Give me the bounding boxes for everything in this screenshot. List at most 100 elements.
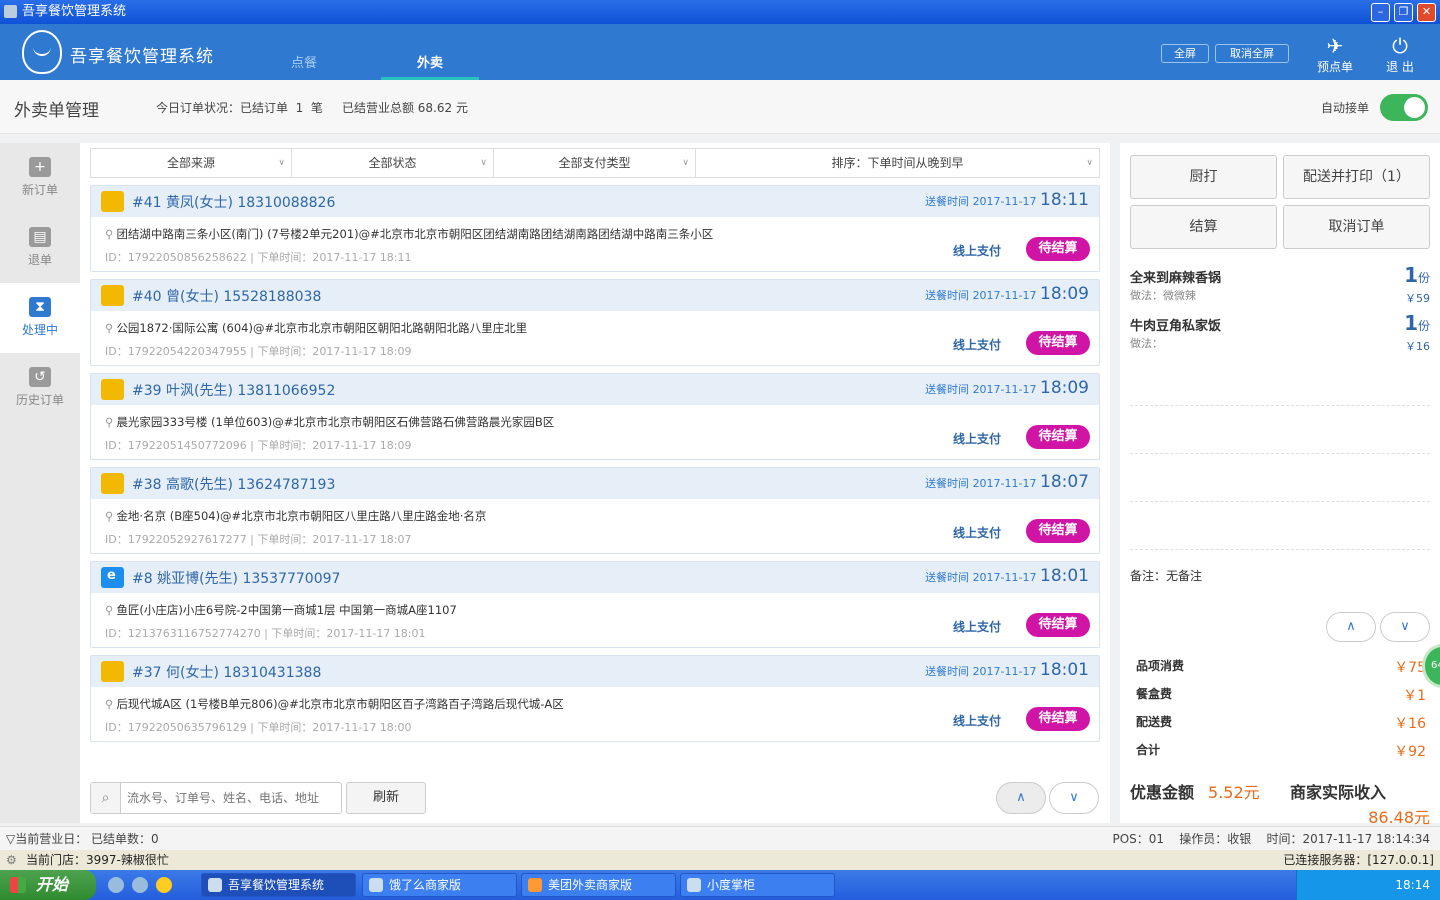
delivery-date: 2017-11-17 bbox=[972, 477, 1037, 490]
item-qty: 1份 bbox=[1404, 263, 1430, 287]
page-down-button[interactable]: ∨ bbox=[1049, 782, 1099, 814]
source-filter[interactable]: 全部来源 ∨ bbox=[91, 149, 292, 177]
explorer-icon[interactable] bbox=[132, 877, 148, 893]
deliver-print-button[interactable]: 配送并打印（1） bbox=[1283, 155, 1430, 199]
auto-accept-label: 自动接单 bbox=[1321, 101, 1370, 115]
logout-button[interactable]: ⏻ 退 出 bbox=[1375, 34, 1425, 75]
divider bbox=[1130, 453, 1430, 454]
order-address: ⚲ 鱼匠(小庄店)小庄6号院-2中国第一商城1层 中国第一商城A座1107 bbox=[105, 602, 457, 618]
order-remark: 备注：无备注 bbox=[1130, 569, 1203, 583]
task-xiaodu[interactable]: 小度掌柜 bbox=[680, 873, 835, 897]
page-up-button[interactable]: ∧ bbox=[996, 782, 1046, 814]
brand-name: 吾享餐饮管理系统 bbox=[70, 47, 214, 67]
fee-label: 品项消费 bbox=[1136, 659, 1185, 673]
restore-button[interactable]: ❐ bbox=[1394, 3, 1413, 22]
start-button[interactable]: 开始 bbox=[0, 870, 96, 900]
order-title: #39 叶沨(先生) 13811066952 bbox=[132, 383, 336, 399]
sidebar-item-history[interactable]: ↺ 历史订单 bbox=[0, 353, 80, 423]
task-label: 美团外卖商家版 bbox=[548, 878, 633, 892]
order-title: #37 何(女士) 18310431388 bbox=[132, 665, 322, 681]
delivery-clock: 18:11 bbox=[1040, 190, 1089, 210]
address-text: 鱼匠(小庄店)小庄6号院-2中国第一商城1层 中国第一商城A座1107 bbox=[116, 603, 457, 617]
minimize-button[interactable]: – bbox=[1371, 3, 1390, 22]
delivery-time: 送餐时间 2017-11-17 18:11 bbox=[925, 190, 1089, 210]
order-meta: ID：17922052927617277 | 下单时间：2017-11-17 1… bbox=[105, 533, 412, 546]
sidebar: + 新订单 ▤ 退单 ⧗ 处理中 ↺ 历史订单 bbox=[0, 143, 80, 823]
order-item: 牛肉豆角私家饭 做法： 1份 ￥16 bbox=[1130, 311, 1430, 363]
order-meta: ID：17922050635796129 | 下单时间：2017-11-17 1… bbox=[105, 721, 412, 734]
fullscreen-button[interactable]: 全屏 bbox=[1161, 44, 1209, 63]
order-header: #41 黄凤(女士) 18310088826 送餐时间 2017-11-17 18… bbox=[91, 186, 1099, 217]
chevron-down-icon: ∨ bbox=[480, 158, 487, 168]
address-text: 公园1872·国际公寓 (604)@#北京市北京市朝阳区朝阳北路朝阳北路八里庄北… bbox=[116, 321, 528, 335]
payment-filter[interactable]: 全部支付类型 ∨ bbox=[494, 149, 696, 177]
pending-settlement-button[interactable]: 待结算 bbox=[1026, 613, 1090, 637]
checkout-button[interactable]: 结算 bbox=[1130, 205, 1277, 249]
sub-header: 外卖单管理 今日订单状况：已结订单 1 笔 已结营业总额 68.62 元 自动接… bbox=[0, 80, 1440, 134]
pending-settlement-button[interactable]: 待结算 bbox=[1026, 425, 1090, 449]
plus-icon: + bbox=[29, 157, 51, 177]
close-button[interactable]: ✕ bbox=[1417, 3, 1436, 22]
meituan-icon bbox=[528, 878, 542, 892]
task-meituan[interactable]: 美团外卖商家版 bbox=[521, 873, 676, 897]
item-qty-value: 1 bbox=[1404, 311, 1418, 335]
order-card[interactable]: #38 高歌(先生) 13624787193 送餐时间 2017-11-17 18… bbox=[90, 467, 1100, 554]
sidebar-item-new-orders[interactable]: + 新订单 bbox=[0, 143, 80, 213]
task-eleme[interactable]: 饿了么商家版 bbox=[362, 873, 517, 897]
discount-label: 优惠金额 bbox=[1130, 783, 1195, 802]
kitchen-print-button[interactable]: 厨打 bbox=[1130, 155, 1277, 199]
sidebar-item-processing[interactable]: ⧗ 处理中 bbox=[0, 283, 80, 353]
order-card[interactable]: #39 叶沨(先生) 13811066952 送餐时间 2017-11-17 18… bbox=[90, 373, 1100, 460]
status-filter[interactable]: 全部状态 ∨ bbox=[292, 149, 494, 177]
xiaodu-icon bbox=[687, 878, 701, 892]
sidebar-item-refunds[interactable]: ▤ 退单 bbox=[0, 213, 80, 283]
gear-icon: ⚙ bbox=[6, 853, 17, 867]
payment-type: 线上支付 bbox=[953, 338, 1002, 352]
paper-plane-icon: ✈ bbox=[1326, 34, 1344, 58]
order-address: ⚲ 金地·名京 (B座504)@#北京市北京市朝阳区八里庄路八里庄路金地·名京 bbox=[105, 508, 486, 524]
pending-settlement-button[interactable]: 待结算 bbox=[1026, 519, 1090, 543]
window-titlebar: 吾享餐饮管理系统 – ❐ ✕ bbox=[0, 0, 1440, 24]
sort-filter[interactable]: 排序：下单时间从晚到早 ∨ bbox=[696, 149, 1099, 177]
ie-icon[interactable] bbox=[108, 877, 124, 893]
business-day-status: ▽当前营业日： 已结单数：0 bbox=[6, 832, 159, 846]
preorder-button[interactable]: ✈ 预点单 bbox=[1310, 34, 1360, 75]
sort-filter-value: 排序：下单时间从晚到早 bbox=[831, 156, 964, 170]
exit-fullscreen-button[interactable]: 取消全屏 bbox=[1215, 44, 1289, 63]
pending-settlement-button[interactable]: 待结算 bbox=[1026, 331, 1090, 355]
location-pin-icon: ⚲ bbox=[105, 321, 114, 335]
item-price: ￥59 bbox=[1405, 292, 1430, 305]
items-up-button[interactable]: ∧ bbox=[1326, 612, 1376, 642]
delivery-date: 2017-11-17 bbox=[972, 195, 1037, 208]
address-text: 后现代城A区 (1号楼B单元806)@#北京市北京市朝阳区百子湾路百子湾路后现代… bbox=[116, 697, 564, 711]
refresh-button[interactable]: 刷新 bbox=[346, 782, 426, 814]
order-header: #39 叶沨(先生) 13811066952 送餐时间 2017-11-17 18… bbox=[91, 374, 1099, 405]
auto-accept-toggle[interactable] bbox=[1380, 94, 1428, 121]
order-card[interactable]: #41 黄凤(女士) 18310088826 送餐时间 2017-11-17 18… bbox=[90, 185, 1100, 272]
sidebar-item-label: 历史订单 bbox=[15, 393, 64, 407]
order-address: ⚲ 后现代城A区 (1号楼B单元806)@#北京市北京市朝阳区百子湾路百子湾路后现… bbox=[105, 696, 564, 712]
cancel-order-button[interactable]: 取消订单 bbox=[1283, 205, 1430, 249]
order-list-panel: 全部来源 ∨ 全部状态 ∨ 全部支付类型 ∨ 排序：下单时间从晚到早 ∨ #41 黄凤(… bbox=[80, 143, 1110, 823]
tab-dine-in[interactable]: 点餐 bbox=[255, 52, 353, 80]
order-card[interactable]: #8 姚亚博(先生) 13537770097 送餐时间 2017-11-17 18… bbox=[90, 561, 1100, 648]
pending-settlement-button[interactable]: 待结算 bbox=[1026, 707, 1090, 731]
delivery-date: 2017-11-17 bbox=[972, 289, 1037, 302]
task-label: 小度掌柜 bbox=[707, 878, 756, 892]
order-card[interactable]: #37 何(女士) 18310431388 送餐时间 2017-11-17 18:… bbox=[90, 655, 1100, 742]
server-status: 已连接服务器：[127.0.0.1] bbox=[1283, 853, 1434, 867]
start-label: 开始 bbox=[36, 875, 69, 894]
task-label: 吾享餐饮管理系统 bbox=[228, 878, 325, 892]
app-quicklaunch-icon[interactable] bbox=[156, 877, 172, 893]
search-input[interactable] bbox=[127, 789, 337, 807]
delivery-time-label: 送餐时间 bbox=[925, 665, 970, 678]
sidebar-item-label: 处理中 bbox=[21, 323, 58, 337]
fee-value: ￥16 bbox=[1394, 716, 1426, 732]
task-wuxiang[interactable]: 吾享餐饮管理系统 bbox=[201, 873, 356, 897]
order-title: #41 黄凤(女士) 18310088826 bbox=[132, 195, 336, 211]
items-down-button[interactable]: ∨ bbox=[1380, 612, 1430, 642]
pending-settlement-button[interactable]: 待结算 bbox=[1026, 237, 1090, 261]
order-card[interactable]: #40 曾(女士) 15528188038 送餐时间 2017-11-17 18:… bbox=[90, 279, 1100, 366]
tab-takeout[interactable]: 外卖 bbox=[381, 52, 479, 80]
order-meta: ID：17922054220347955 | 下单时间：2017-11-17 1… bbox=[105, 345, 412, 358]
